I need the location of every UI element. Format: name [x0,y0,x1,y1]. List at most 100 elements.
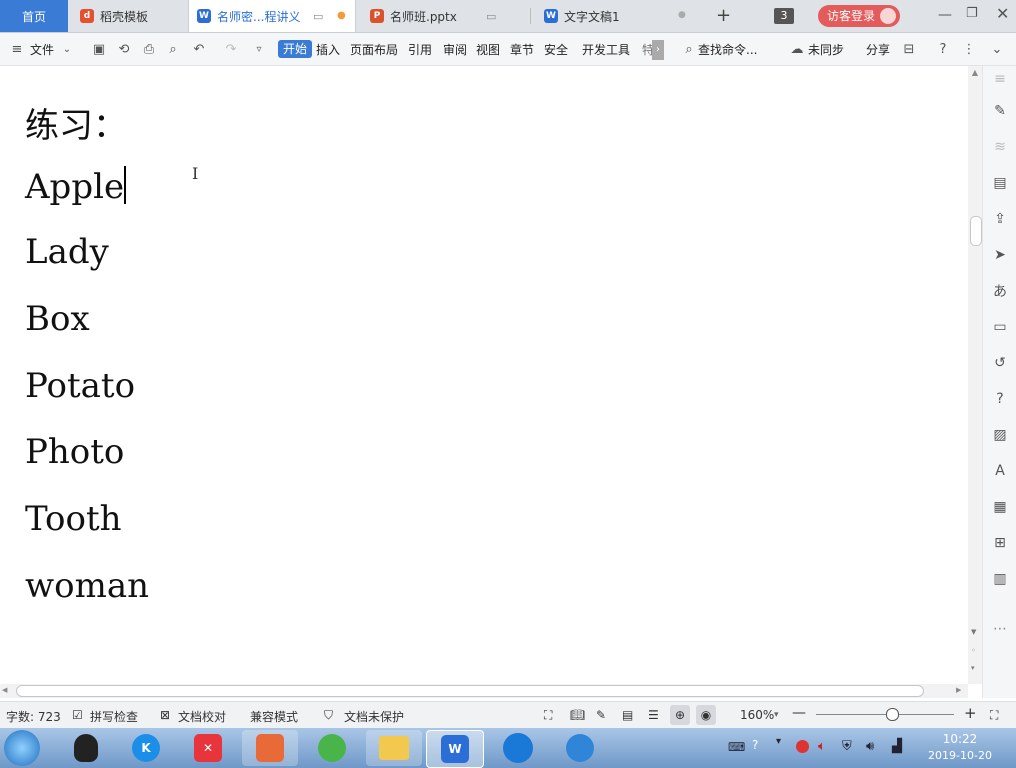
more-chevron-icon[interactable]: ▿ [252,42,266,56]
scroll-right-icon[interactable]: › [652,40,664,60]
translate-icon[interactable]: あ [991,282,1009,300]
spell-check-icon[interactable]: ☑ [72,708,83,722]
security-tray-icon[interactable]: ⛨ [842,739,852,754]
eye-care-icon[interactable]: ◉ [696,705,716,725]
tray-expand-icon[interactable]: ▾ [776,736,781,747]
image-gallery-icon[interactable]: ▤ [991,174,1009,192]
tab-chapter[interactable]: 章节 [510,41,534,58]
scroll-right-icon[interactable]: ▶ [956,686,961,694]
wps-writer-icon[interactable]: W [426,730,484,768]
kugou-icon[interactable]: K [118,730,174,766]
more-tools-icon[interactable]: ⋯ [991,620,1009,638]
tab-view[interactable]: 视图 [476,41,500,58]
text-effects-icon[interactable]: A [991,462,1009,480]
tab-desktop-icon[interactable]: ▭ [486,10,496,23]
picture-icon[interactable]: ▨ [991,426,1009,444]
restore-icon[interactable]: ❐ [966,6,978,21]
vertical-scrollbar[interactable]: ▼ ◦ ▾ [968,80,982,684]
vertical-scroll-thumb[interactable] [970,216,982,246]
tab-insert[interactable]: 插入 [316,41,340,58]
help-circle-icon[interactable]: ? [991,390,1009,408]
web-view-icon[interactable]: ⊕ [670,705,690,725]
edit-pen-icon[interactable]: ✎ [991,102,1009,120]
communication-app-icon[interactable] [490,730,546,766]
format-painter-icon[interactable]: ⟲ [117,42,131,57]
chevron-down-icon[interactable]: ⌄ [60,42,74,56]
document-page[interactable]: 练习： Apple Lady Box Potato Photo Tooth wo… [0,66,968,684]
page-view-icon[interactable]: ▤ [622,708,633,722]
zoom-in-icon[interactable]: + [964,704,977,722]
style-settings-icon[interactable]: ≋ [991,138,1009,156]
fit-window-icon[interactable]: ⛶ [990,708,998,723]
tab-references[interactable]: 引用 [408,41,432,58]
history-icon[interactable]: ↺ [991,354,1009,372]
more-options-icon[interactable]: ⋮ [962,42,976,57]
archive-box-icon[interactable]: ▭ [991,318,1009,336]
outline-view-icon[interactable]: ☰ [648,708,659,722]
print-preview-icon[interactable]: ⌕ [166,42,180,57]
sync-app-icon[interactable] [304,730,360,766]
scroll-up-icon[interactable]: ▲ [968,66,982,80]
tab-developer[interactable]: 开发工具 [582,41,630,58]
fullscreen-icon[interactable]: ⛶ [544,708,552,723]
doc-proof-icon[interactable]: ⊠ [160,708,170,722]
share-export-icon[interactable]: ⇪ [991,210,1009,228]
clock-date[interactable]: 2019-10-20 [920,749,1000,762]
close-icon[interactable]: ✕ [996,4,1009,23]
next-page-icon[interactable]: ▾ [971,664,975,672]
share-button[interactable]: 分享 [866,41,890,58]
search-icon[interactable]: ⌕ [682,42,696,57]
zoom-level[interactable]: 160% [740,708,774,722]
file-explorer-icon[interactable] [366,730,422,766]
qq-icon[interactable] [58,730,114,766]
network-icon[interactable]: ▟ [892,739,902,754]
tab-text-document[interactable]: W 文字文稿1 ● [536,0,698,32]
collapse-toolbar-icon[interactable]: ⊟ [902,42,916,57]
new-tab-plus-icon[interactable]: + [716,5,731,26]
shield-icon[interactable]: ⛉ [324,708,333,723]
print-icon[interactable]: ⎙ [142,42,156,57]
tab-home-ribbon[interactable]: 开始 [278,40,313,58]
clock-time[interactable]: 10:22 [920,732,1000,746]
zoom-slider-track[interactable] [816,714,954,715]
tab-pptx[interactable]: P 名师班.pptx ▭ [362,0,526,32]
tab-count-badge[interactable]: 3 [774,8,794,24]
undo-icon[interactable]: ↶ [192,42,206,57]
save-icon[interactable]: ▣ [92,42,106,57]
cloud-sync-icon[interactable]: ☁ [790,42,804,57]
redo-icon[interactable]: ↷ [224,42,238,57]
horizontal-scroll-thumb[interactable] [16,685,924,697]
edit-mode-icon[interactable]: ✎ [596,708,606,722]
tab-home[interactable]: 首页 [0,0,68,32]
read-mode-icon[interactable]: 📖︎ [570,708,585,722]
video-player-icon[interactable] [552,730,608,766]
zoom-dropdown-icon[interactable]: ▾ [774,710,779,720]
tab-close-dot-icon[interactable]: ● [678,10,686,20]
scroll-left-icon[interactable]: ◀ [2,686,7,694]
zoom-out-icon[interactable]: — [792,705,806,721]
word-count[interactable]: 字数: 723 [6,708,61,725]
scroll-down-icon[interactable]: ▼ [971,628,976,636]
tab-security[interactable]: 安全 [544,41,568,58]
record-icon[interactable] [796,740,809,753]
spell-check-label[interactable]: 拼写检查 [90,708,138,725]
volume-icon[interactable]: 🔊︎ [866,739,874,754]
table-icon[interactable]: ▦ [991,498,1009,516]
wps-presentation-icon[interactable] [242,730,298,766]
horizontal-scrollbar[interactable]: ◀ ▶ [0,684,968,698]
speaker-mute-icon[interactable]: 🔈︎ [818,739,826,754]
apps-grid-icon[interactable]: ⊞ [991,534,1009,552]
file-menu[interactable]: 文件 [30,41,54,58]
tab-docer-templates[interactable]: d 稻壳模板 [72,0,184,32]
visitor-login-button[interactable]: 访客登录 [818,5,900,27]
protection-status[interactable]: 文档未保护 [344,708,404,725]
keyboard-icon[interactable]: ⌨ [728,740,745,754]
xmind-icon[interactable]: ✕ [180,730,236,766]
minimize-icon[interactable]: — [938,7,952,23]
chart-icon[interactable]: ▥ [991,570,1009,588]
tab-page-layout[interactable]: 页面布局 [350,41,398,58]
start-button-icon[interactable] [4,730,40,766]
zoom-slider-thumb[interactable] [886,708,899,721]
select-pointer-icon[interactable]: ➤ [991,246,1009,264]
menu-hamburger-icon[interactable]: ≡ [10,42,24,57]
